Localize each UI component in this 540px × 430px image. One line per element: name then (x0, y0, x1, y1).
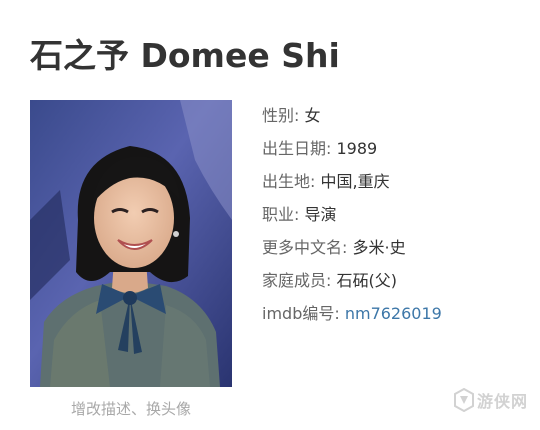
info-row-family: 家庭成员: 石砳(父) (262, 266, 442, 299)
imdb-link[interactable]: nm7626019 (345, 304, 442, 323)
info-label: 性别 (262, 106, 295, 125)
edit-photo-link[interactable]: 增改描述、换头像 (30, 398, 232, 420)
info-list: 性别: 女 出生日期: 1989 出生地: 中国,重庆 职业: 导演 更多中文名… (262, 101, 442, 332)
info-value: 中国,重庆 (320, 172, 390, 191)
portrait-image (30, 100, 232, 387)
watermark-text: 游侠网 (476, 392, 528, 411)
info-value: 石砳(父) (336, 271, 398, 290)
info-label: 职业 (262, 205, 295, 224)
label-colon: : (326, 139, 337, 158)
label-colon: : (310, 172, 321, 191)
info-value: 1989 (336, 139, 378, 158)
info-label: 出生日期 (262, 139, 327, 158)
info-label: 出生地 (262, 172, 311, 191)
info-row-occupation: 职业: 导演 (262, 200, 442, 233)
watermark-logo-icon (453, 388, 474, 412)
info-value: 女 (304, 106, 321, 125)
label-colon: : (334, 304, 345, 323)
info-row-birthplace: 出生地: 中国,重庆 (262, 167, 442, 200)
info-value: 多米·史 (352, 238, 406, 257)
page-title: 石之予 Domee Shi (30, 36, 340, 75)
info-row-other-names: 更多中文名: 多米·史 (262, 233, 442, 266)
label-colon: : (342, 238, 353, 257)
label-colon: : (294, 106, 305, 125)
info-value: 导演 (304, 205, 337, 224)
info-row-gender: 性别: 女 (262, 101, 442, 134)
info-label: 更多中文名 (262, 238, 343, 257)
info-label: 家庭成员 (262, 271, 327, 290)
label-colon: : (326, 271, 337, 290)
info-row-birthdate: 出生日期: 1989 (262, 134, 442, 167)
watermark: 游侠网 (453, 388, 528, 412)
label-colon: : (294, 205, 305, 224)
info-row-imdb: imdb编号: nm7626019 (262, 299, 442, 332)
info-label: imdb编号 (262, 304, 335, 323)
profile-photo[interactable] (30, 100, 232, 387)
